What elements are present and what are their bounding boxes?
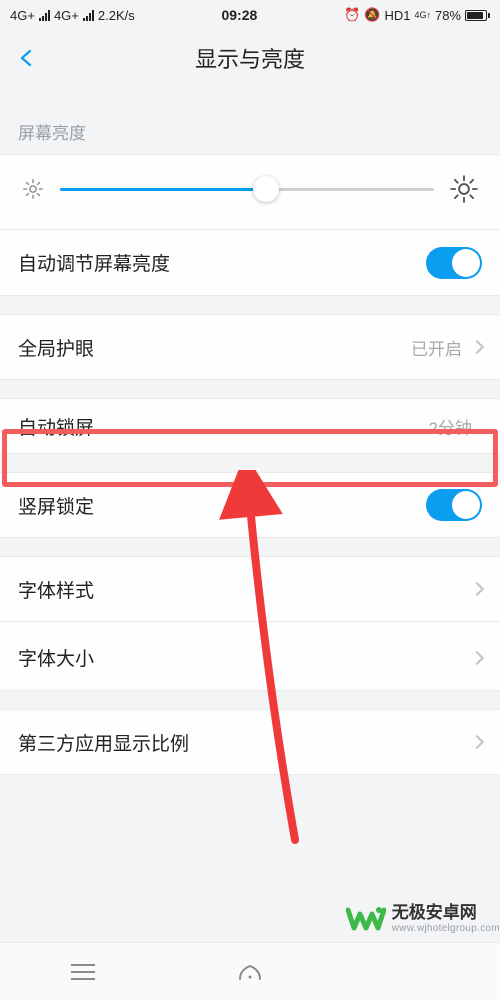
network-label-1: 4G+ (10, 8, 35, 23)
status-left: 4G+ 4G+ 2.2K/s (10, 8, 135, 23)
font-size-label: 字体大小 (18, 644, 472, 671)
row-eye-protect[interactable]: 全局护眼 已开启 (0, 314, 500, 380)
row-auto-lock[interactable]: 自动锁屏 2分钟 (0, 398, 500, 454)
nav-recent-button[interactable] (69, 958, 97, 986)
eye-protect-value: 已开启 (411, 335, 462, 360)
portrait-lock-label: 竖屏锁定 (18, 492, 426, 519)
sun-small-icon (22, 178, 44, 200)
chevron-right-icon (470, 650, 484, 664)
row-auto-brightness[interactable]: 自动调节屏幕亮度 (0, 230, 500, 296)
watermark: 无极安卓网 www.wjhotelgroup.com (334, 898, 500, 940)
chevron-right-icon (470, 582, 484, 596)
third-party-ratio-label: 第三方应用显示比例 (18, 729, 472, 756)
row-font-size[interactable]: 字体大小 (0, 625, 500, 691)
row-third-party-ratio[interactable]: 第三方应用显示比例 (0, 709, 500, 775)
back-button[interactable] (18, 49, 36, 67)
network-label-2: 4G+ (54, 8, 79, 23)
section-label-brightness: 屏幕亮度 (0, 103, 500, 154)
hamburger-icon (71, 964, 95, 980)
eye-protect-label: 全局护眼 (18, 334, 411, 361)
slider-thumb[interactable] (253, 176, 279, 202)
alarm-icon: ⏰ (344, 7, 360, 23)
row-portrait-lock[interactable]: 竖屏锁定 (0, 472, 500, 538)
auto-lock-value: 2分钟 (429, 414, 472, 439)
battery-pct: 78% (435, 8, 461, 23)
status-bar: 4G+ 4G+ 2.2K/s 09:28 ⏰ 🔕 HD1 4G↑ 78% (0, 0, 500, 30)
brightness-slider[interactable] (60, 177, 434, 201)
font-style-label: 字体样式 (18, 576, 472, 603)
portrait-lock-toggle[interactable] (426, 489, 482, 521)
signal-bars-icon (39, 10, 50, 21)
watermark-title: 无极安卓网 (392, 904, 500, 923)
bottom-nav (0, 942, 500, 1000)
auto-lock-label: 自动锁屏 (18, 413, 429, 440)
signal-bars-icon (83, 10, 94, 21)
status-time: 09:28 (135, 7, 344, 23)
status-right: ⏰ 🔕 HD1 4G↑ 78% (344, 7, 490, 23)
nav-home-button[interactable] (236, 958, 264, 986)
watermark-subtitle: www.wjhotelgroup.com (392, 923, 500, 934)
network-speed: 2.2K/s (98, 8, 135, 23)
brightness-slider-row (0, 154, 500, 230)
auto-brightness-toggle[interactable] (426, 247, 482, 279)
home-icon (237, 962, 263, 982)
auto-brightness-label: 自动调节屏幕亮度 (18, 249, 426, 276)
chevron-right-icon (470, 735, 484, 749)
page-title: 显示与亮度 (195, 42, 305, 74)
hd-label: HD1 (384, 8, 410, 23)
nav-header: 显示与亮度 (0, 30, 500, 85)
net-mini: 4G↑ (414, 10, 431, 20)
row-font-style[interactable]: 字体样式 (0, 556, 500, 622)
sun-large-icon (450, 175, 478, 203)
watermark-logo-icon (346, 904, 386, 934)
dnd-icon: 🔕 (364, 7, 380, 23)
chevron-right-icon (470, 340, 484, 354)
battery-icon (465, 10, 490, 21)
